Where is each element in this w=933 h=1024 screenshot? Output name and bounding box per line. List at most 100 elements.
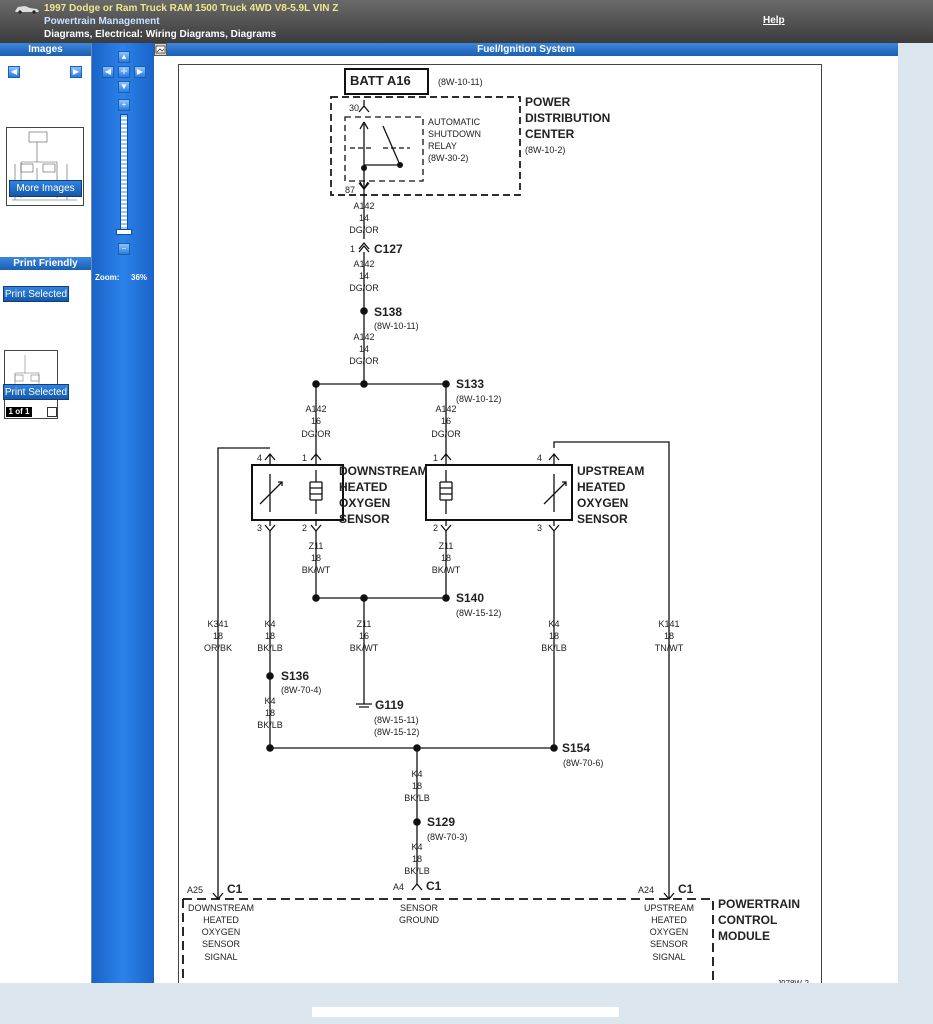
print-selected-button-bottom[interactable]: Print Selected bbox=[3, 384, 69, 400]
splice-s138: S138 bbox=[374, 305, 402, 319]
wire-label: 14 bbox=[359, 213, 369, 223]
pcm-pin-label: SENSOR bbox=[202, 939, 241, 949]
horizontal-scrollbar[interactable] bbox=[312, 1007, 619, 1017]
arrow-right-icon: ▶ bbox=[72, 67, 80, 76]
cavity-label: A4 bbox=[393, 882, 404, 892]
prev-image-button[interactable]: ◀ bbox=[8, 66, 20, 78]
pin-label: 3 bbox=[537, 523, 542, 533]
zoom-slider-track[interactable] bbox=[120, 114, 128, 232]
pcm-pin-label: SENSOR bbox=[400, 903, 439, 913]
pdc-ref: (8W-10-2) bbox=[525, 145, 565, 155]
splice-ref: (8W-10-12) bbox=[456, 394, 501, 404]
pdc-label-3: CENTER bbox=[525, 127, 575, 141]
top-bar: 1997 Dodge or Ram Truck RAM 1500 Truck 4… bbox=[0, 0, 933, 43]
pdc-label-1: POWER bbox=[525, 95, 571, 109]
image-icon[interactable] bbox=[154, 43, 167, 56]
print-selected-button-top[interactable]: Print Selected bbox=[3, 286, 69, 302]
pan-down-button[interactable]: ▼ bbox=[118, 81, 130, 93]
pcm-label: CONTROL bbox=[718, 913, 777, 927]
wire-label: BK/LB bbox=[404, 866, 430, 876]
asd-label-1: AUTOMATIC bbox=[428, 117, 481, 127]
wire-label: DG/OR bbox=[301, 429, 331, 439]
wire-label: DG/OR bbox=[431, 429, 461, 439]
wire-label: 18 bbox=[311, 553, 321, 563]
asd-label-2: SHUTDOWN bbox=[428, 129, 481, 139]
up-sensor-label: SENSOR bbox=[577, 512, 628, 526]
pcm-pin-label: OXYGEN bbox=[650, 927, 689, 937]
help-link[interactable]: Help bbox=[763, 15, 785, 26]
pan-right-button[interactable]: ▶ bbox=[134, 66, 146, 78]
center-icon: ✛ bbox=[120, 67, 128, 76]
pan-up-button[interactable]: ▲ bbox=[118, 51, 130, 63]
up-sensor-label: UPSTREAM bbox=[577, 464, 644, 478]
connector-c127: C127 bbox=[374, 242, 403, 256]
wire-label: A142 bbox=[435, 404, 456, 414]
pin-label: 1 bbox=[433, 453, 438, 463]
pcm-pin-label: GROUND bbox=[399, 915, 439, 925]
pcm-pin-label: SENSOR bbox=[650, 939, 689, 949]
arrow-left-icon: ◀ bbox=[104, 67, 112, 76]
figure-id: J978W-2 bbox=[777, 979, 809, 983]
plus-icon: + bbox=[121, 100, 127, 109]
next-image-button[interactable]: ▶ bbox=[70, 66, 82, 78]
splice-s129: S129 bbox=[427, 815, 455, 829]
pcm-pin-label: OXYGEN bbox=[202, 927, 241, 937]
down-sensor-label: OXYGEN bbox=[339, 496, 390, 510]
wire-label: 18 bbox=[412, 781, 422, 791]
pin-label: 4 bbox=[537, 453, 542, 463]
ground-ref: (8W-15-12) bbox=[374, 727, 419, 737]
pan-left-button[interactable]: ◀ bbox=[102, 66, 114, 78]
zoom-value: 36% bbox=[131, 273, 148, 282]
connector-pin: 1 bbox=[350, 244, 355, 254]
section-link[interactable]: Powertrain Management bbox=[44, 16, 160, 27]
pin-label: 4 bbox=[257, 453, 262, 463]
vehicle-title: 1997 Dodge or Ram Truck RAM 1500 Truck 4… bbox=[44, 3, 339, 14]
wire-label: 18 bbox=[265, 708, 275, 718]
splice-s136: S136 bbox=[281, 669, 309, 683]
car-icon bbox=[15, 6, 39, 14]
pcm-label: POWERTRAIN bbox=[718, 897, 800, 911]
asd-label-3: RELAY bbox=[428, 141, 457, 151]
wire-label: 18 bbox=[549, 631, 559, 641]
wire-label: K341 bbox=[207, 619, 228, 629]
pin-label: 2 bbox=[302, 523, 307, 533]
wire-label: Z11 bbox=[439, 541, 454, 551]
splice-ref: (8W-70-3) bbox=[427, 832, 467, 842]
batt-ref: (8W-10-11) bbox=[438, 77, 483, 87]
splice-s133: S133 bbox=[456, 377, 484, 391]
zoom-out-button[interactable]: − bbox=[118, 243, 130, 255]
wire-label: 16 bbox=[311, 416, 321, 426]
wire-label: DG/OR bbox=[349, 356, 379, 366]
wire-label: BK/LB bbox=[257, 720, 283, 730]
pcm-pin-label: UPSTREAM bbox=[644, 903, 694, 913]
wire-label: BK/LB bbox=[257, 643, 283, 653]
connector-c1: C1 bbox=[426, 879, 442, 893]
wire-label: BK/WT bbox=[302, 565, 331, 575]
splice-s154: S154 bbox=[562, 741, 590, 755]
wire-label: 18 bbox=[265, 631, 275, 641]
ground-ref: (8W-15-11) bbox=[374, 715, 419, 725]
pin-label: 2 bbox=[433, 523, 438, 533]
wire-label: K141 bbox=[658, 619, 679, 629]
wire-label: DG/OR bbox=[349, 283, 379, 293]
pan-center-button[interactable]: ✛ bbox=[118, 66, 130, 78]
arrow-left-icon: ◀ bbox=[10, 67, 18, 76]
wire-label: BK/WT bbox=[350, 643, 379, 653]
zoom-slider-handle[interactable] bbox=[116, 229, 132, 235]
batt-label: BATT A16 bbox=[350, 73, 411, 88]
print-select-checkbox[interactable] bbox=[47, 407, 57, 417]
zoom-in-button[interactable]: + bbox=[118, 99, 130, 111]
pin-label: 3 bbox=[257, 523, 262, 533]
splice-ref: (8W-70-4) bbox=[281, 685, 321, 695]
ground-g119: G119 bbox=[375, 698, 404, 712]
wire-label: 14 bbox=[359, 344, 369, 354]
down-sensor-label: HEATED bbox=[339, 480, 388, 494]
pin-label: 1 bbox=[302, 453, 307, 463]
splice-s140: S140 bbox=[456, 591, 484, 605]
more-images-button[interactable]: More Images bbox=[9, 180, 82, 197]
splice-ref: (8W-70-6) bbox=[563, 758, 603, 768]
pcm-pin-label: HEATED bbox=[651, 915, 687, 925]
asd-label-4: (8W-30-2) bbox=[428, 153, 468, 163]
arrow-up-icon: ▲ bbox=[120, 52, 128, 61]
pcm-pin-label: SIGNAL bbox=[204, 952, 237, 962]
